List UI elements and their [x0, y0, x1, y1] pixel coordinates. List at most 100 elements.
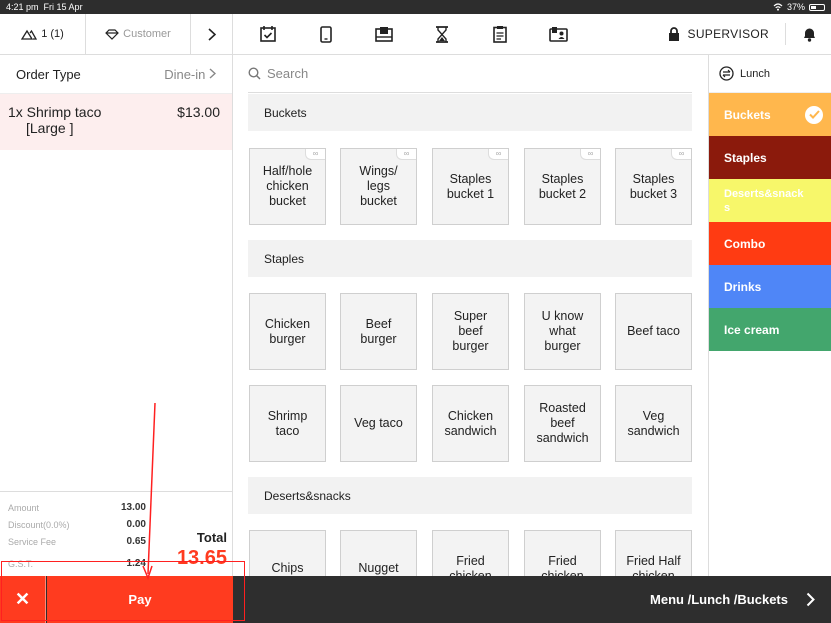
- product-tile[interactable]: Staples bucket 3 ∞: [615, 148, 692, 225]
- reservations-button[interactable]: [239, 14, 297, 55]
- order-item-price: $13.00: [177, 104, 220, 120]
- bottom-bar: ✕ Pay Menu /Lunch /Buckets: [0, 576, 831, 623]
- bell-icon[interactable]: [802, 26, 817, 42]
- section-header: Deserts&snacks: [248, 477, 692, 514]
- section-header: Buckets: [248, 94, 692, 131]
- product-tile[interactable]: Wings/ legs bucket ∞: [340, 148, 417, 225]
- product-tile[interactable]: Super beef burger: [432, 293, 509, 370]
- order-panel: Order Type Dine-in 1x Shrimp taco [Large…: [0, 55, 233, 576]
- product-label: Roasted beef sandwich: [536, 401, 589, 445]
- category-item[interactable]: Ice cream: [709, 308, 831, 351]
- supervisor-label[interactable]: SUPERVISOR: [688, 27, 769, 41]
- order-item-title: 1x Shrimp taco: [8, 104, 102, 120]
- service-fee-value: 0.65: [126, 536, 146, 547]
- pay-button[interactable]: Pay: [47, 576, 233, 623]
- staff-button[interactable]: [529, 14, 587, 55]
- search-bar[interactable]: Search: [248, 55, 692, 93]
- product-tile[interactable]: Chicken burger: [249, 293, 326, 370]
- product-label: Chips: [271, 561, 304, 575]
- status-indicators: 37%: [773, 2, 825, 12]
- category-item[interactable]: Deserts&snacks: [709, 179, 831, 222]
- guests-icon: [21, 29, 38, 40]
- link-icon: ∞: [671, 149, 691, 160]
- cash-drawer-icon: [375, 27, 393, 42]
- category-label: Buckets: [724, 107, 771, 122]
- order-item-name: 1x Shrimp taco [Large ]: [8, 104, 101, 142]
- category-label: Ice cream: [724, 322, 780, 337]
- breadcrumb[interactable]: Menu /Lunch /Buckets: [650, 576, 815, 623]
- toolbar-icon-group: [239, 14, 587, 55]
- product-tile[interactable]: Half/hole chicken bucket ∞: [249, 148, 326, 225]
- product-tile[interactable]: Beef burger: [340, 293, 417, 370]
- lock-icon: [668, 26, 679, 41]
- category-item[interactable]: Combo: [709, 222, 831, 265]
- product-tile[interactable]: Fried chicken: [524, 530, 601, 576]
- product-tile[interactable]: Veg taco: [340, 385, 417, 462]
- product-tile[interactable]: Fried Half chicken: [615, 530, 692, 576]
- category-item[interactable]: Staples: [709, 136, 831, 179]
- product-area: Search Buckets Half/hole chicken bucket ∞ W…: [234, 55, 708, 576]
- order-type-value: Dine-in: [164, 67, 217, 82]
- guest-count-button[interactable]: 1 (1): [0, 13, 86, 55]
- customer-button[interactable]: Customer: [86, 13, 191, 55]
- product-label: Fried chicken: [449, 553, 492, 577]
- product-tile[interactable]: Veg sandwich: [615, 385, 692, 462]
- tablet-icon: [320, 25, 332, 43]
- product-label: Staples bucket 1: [446, 171, 495, 201]
- search-input[interactable]: Search: [267, 66, 308, 81]
- product-label: Half/hole chicken bucket: [262, 164, 313, 208]
- product-label: Veg taco: [354, 416, 403, 430]
- product-label: Beef taco: [627, 324, 680, 338]
- section-header: Staples: [248, 240, 692, 277]
- wifi-icon: [773, 3, 783, 11]
- diamond-icon: [105, 28, 120, 40]
- service-fee-label: Service Fee: [8, 537, 57, 547]
- link-icon: ∞: [488, 149, 508, 160]
- order-summary: Amount 13.00 Discount(0.0%) 0.00 Service…: [0, 491, 233, 576]
- pending-orders-button[interactable]: [413, 14, 471, 55]
- product-tile[interactable]: Fried chicken: [432, 530, 509, 576]
- status-bar: 4:21 pm Fri 15 Apr 37%: [0, 0, 831, 14]
- category-label: Drinks: [724, 279, 762, 294]
- hourglass-icon: [436, 25, 448, 43]
- product-tile[interactable]: U know what burger: [524, 293, 601, 370]
- product-tile[interactable]: Chicken sandwich: [432, 385, 509, 462]
- id-card-icon: [548, 27, 568, 42]
- category-item[interactable]: Buckets: [709, 93, 831, 136]
- product-label: Shrimp taco: [267, 408, 308, 438]
- chevron-right-icon: [806, 592, 815, 607]
- product-tile[interactable]: Shrimp taco: [249, 385, 326, 462]
- category-label: Combo: [724, 236, 766, 251]
- product-tile[interactable]: Staples bucket 2 ∞: [524, 148, 601, 225]
- top-toolbar: 1 (1) Customer SUPERVISOR: [0, 13, 831, 55]
- discount-value: 0.00: [126, 519, 146, 530]
- link-icon: ∞: [580, 149, 600, 160]
- device-button[interactable]: [297, 14, 355, 55]
- product-label: Beef burger: [360, 316, 397, 346]
- reports-button[interactable]: [471, 14, 529, 55]
- product-tile[interactable]: Beef taco: [615, 293, 692, 370]
- cash-drawer-button[interactable]: [355, 14, 413, 55]
- product-label: Wings/ legs bucket: [359, 164, 398, 208]
- product-tile[interactable]: Staples bucket 1 ∞: [432, 148, 509, 225]
- calendar-check-icon: [260, 26, 276, 42]
- battery-icon: [809, 3, 825, 11]
- cancel-order-button[interactable]: ✕: [0, 576, 46, 623]
- product-tile[interactable]: Roasted beef sandwich: [524, 385, 601, 462]
- search-icon: [248, 67, 261, 80]
- category-label: Deserts&snacks: [724, 187, 804, 214]
- gst-value: 1.24: [126, 558, 146, 569]
- chevron-right-icon: [209, 67, 217, 79]
- menu-selector[interactable]: Lunch: [709, 55, 831, 93]
- chevron-right-icon: [207, 27, 216, 41]
- customer-chevron-button[interactable]: [191, 13, 233, 55]
- link-icon: ∞: [396, 149, 416, 160]
- order-line-item[interactable]: 1x Shrimp taco [Large ] $13.00: [0, 94, 232, 150]
- category-item[interactable]: Drinks: [709, 265, 831, 308]
- total-value: 13.65: [176, 547, 227, 569]
- link-icon: ∞: [305, 149, 325, 160]
- product-label: U know what burger: [541, 309, 584, 353]
- product-tile[interactable]: Chips: [249, 530, 326, 576]
- order-type-row[interactable]: Order Type Dine-in: [0, 55, 232, 94]
- product-tile[interactable]: Nugget: [340, 530, 417, 576]
